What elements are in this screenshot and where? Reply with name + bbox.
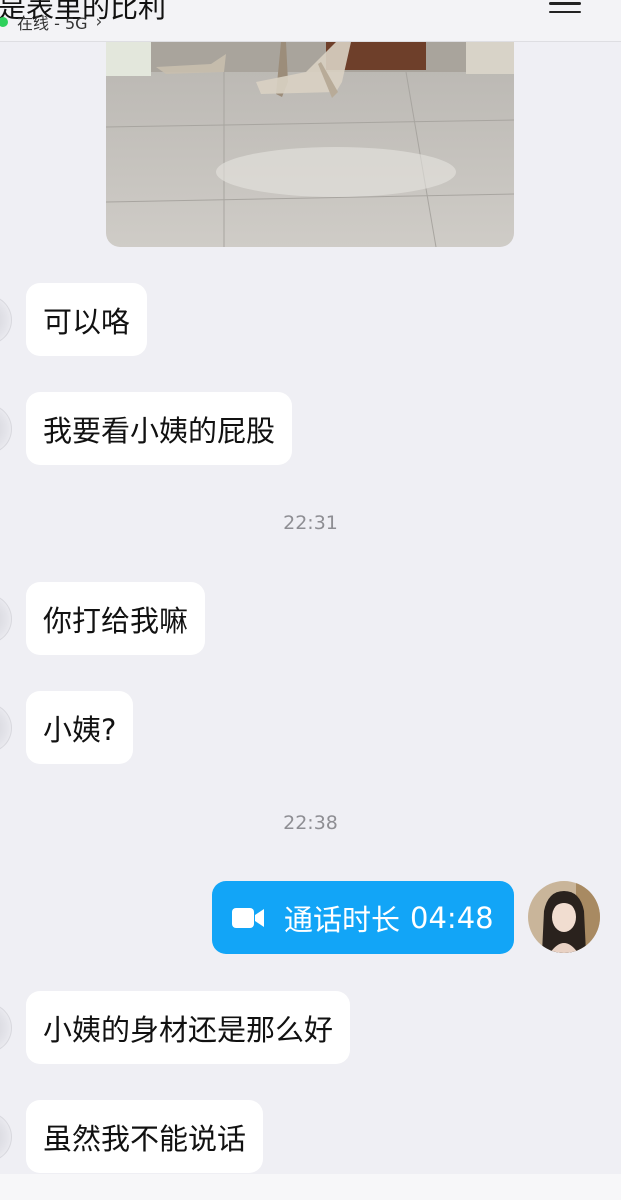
peer-avatar[interactable] <box>0 1112 12 1162</box>
video-call-record[interactable]: 通话时长 04:48 <box>212 881 514 954</box>
timestamp: 22:38 <box>283 812 338 834</box>
message-bubble[interactable]: 我要看小姨的屁股 <box>26 392 293 465</box>
chat-header: 是表里的比利 在线 - 5G › <box>0 0 621 42</box>
image-message[interactable] <box>106 42 514 247</box>
online-status[interactable]: 在线 - 5G › <box>0 12 103 33</box>
peer-avatar[interactable] <box>0 404 12 454</box>
call-label: 通话时长 <box>284 902 401 937</box>
input-bar-edge <box>0 1174 621 1200</box>
peer-avatar[interactable] <box>0 1003 12 1053</box>
peer-avatar[interactable] <box>0 703 12 753</box>
self-avatar[interactable] <box>528 881 600 953</box>
online-dot-icon <box>0 17 8 27</box>
peer-avatar[interactable] <box>0 594 12 644</box>
peer-avatar[interactable] <box>0 295 12 345</box>
heels-photo <box>106 42 514 247</box>
hamburger-menu-icon[interactable] <box>549 0 581 18</box>
message-bubble[interactable]: 小姨? <box>26 691 134 764</box>
message-bubble[interactable]: 虽然我不能说话 <box>26 1100 264 1173</box>
video-camera-icon <box>232 907 264 928</box>
avatar-photo <box>528 881 600 953</box>
message-bubble[interactable]: 可以咯 <box>26 283 148 356</box>
chevron-right-icon: › <box>95 12 103 32</box>
message-bubble[interactable]: 小姨的身材还是那么好 <box>26 991 351 1064</box>
call-duration: 04:48 <box>410 900 494 935</box>
status-text: 在线 - 5G <box>17 14 88 33</box>
message-bubble[interactable]: 你打给我嘛 <box>26 582 206 655</box>
timestamp: 22:31 <box>283 512 338 534</box>
